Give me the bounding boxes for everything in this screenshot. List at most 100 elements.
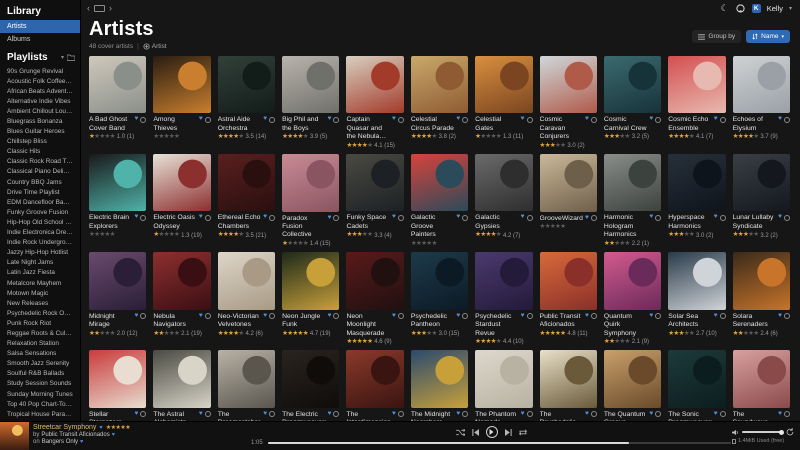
more-options-icon[interactable] <box>140 215 146 221</box>
play-pause-button[interactable] <box>486 426 498 438</box>
artist-art[interactable] <box>89 350 146 407</box>
artist-rating[interactable]: ★★★★★2.0 (12) <box>89 331 146 337</box>
artist-card[interactable]: Cosmic Echo Ensemble ♥ ★★★★★4.1 (7) <box>668 56 725 149</box>
artist-art[interactable] <box>153 56 210 113</box>
artist-card[interactable]: Lunar Lullaby Syndicate ♥ ★★★★★3.2 (2) <box>733 154 790 247</box>
more-options-icon[interactable] <box>333 313 339 319</box>
favorite-heart-icon[interactable]: ♥ <box>649 116 653 123</box>
favorite-heart-icon[interactable]: ♥ <box>392 214 396 221</box>
more-options-icon[interactable] <box>527 215 533 221</box>
theme-moon-icon[interactable]: ☾ <box>720 3 730 13</box>
sidebar-playlist-item[interactable]: Relaxation Station <box>0 339 80 349</box>
artist-name[interactable]: Neon Moonlight Masquerade <box>346 313 390 338</box>
more-options-icon[interactable] <box>140 313 146 319</box>
artist-card[interactable]: Galactic Gypsies ♥ ★★★★★4.2 (7) <box>475 154 532 247</box>
sidebar-playlist-item[interactable]: Indie Rock Underground <box>0 238 80 248</box>
artist-rating[interactable]: ★★★★★3.2 (2) <box>733 232 790 238</box>
artist-art[interactable] <box>89 56 146 113</box>
artist-art[interactable] <box>475 154 532 211</box>
artist-name[interactable]: Cosmic Carnival Crew <box>604 116 648 133</box>
artist-rating[interactable]: ★★★★★ <box>411 241 468 247</box>
favorite-heart-icon[interactable]: ♥ <box>778 313 782 320</box>
favorite-heart-icon[interactable]: ♥ <box>585 116 589 123</box>
artist-art[interactable] <box>346 56 403 113</box>
artist-card[interactable]: Nebula Navigators ♥ ★★★★★2.1 (19) <box>153 252 210 345</box>
artist-card[interactable]: Neo-Victorian Velvetones ♥ ★★★★★4.2 (6) <box>218 252 275 345</box>
artist-name[interactable]: A Bad Ghost Cover Band <box>89 116 133 133</box>
more-options-icon[interactable] <box>269 215 275 221</box>
now-playing-album[interactable]: Bangers Only <box>42 439 78 445</box>
sidebar-playlist-item[interactable]: Bluegrass Bonanza <box>0 116 80 126</box>
more-options-icon[interactable] <box>462 411 468 417</box>
artist-name[interactable]: Midnight Mirage <box>89 313 133 330</box>
artist-art[interactable] <box>282 252 339 309</box>
sidebar-library-item[interactable]: Albums <box>0 33 80 46</box>
refresh-queue-icon[interactable] <box>786 428 794 436</box>
favorite-heart-icon[interactable]: ♥ <box>714 214 718 221</box>
sidebar-playlist-item[interactable]: Acoustic Folk Coffeehouse <box>0 76 80 86</box>
sidebar-library-item[interactable]: Artists <box>0 20 80 33</box>
favorite-heart-icon[interactable]: ♥ <box>392 313 396 320</box>
group-by-button[interactable]: Group by <box>692 30 741 43</box>
artist-card[interactable]: Psychedelic Stardust Revue ♥ ★★★★★4.4 (1… <box>475 252 532 345</box>
artist-name[interactable]: Solar Sea Architects <box>668 313 712 330</box>
artist-art[interactable] <box>475 56 532 113</box>
artist-art[interactable] <box>540 154 597 211</box>
artist-art[interactable] <box>282 350 339 407</box>
artist-art[interactable] <box>346 252 403 309</box>
artist-card[interactable]: A Bad Ghost Cover Band ♥ ★★★★★1.0 (1) <box>89 56 146 149</box>
sidebar-playlist-item[interactable]: Sunday Morning Tunes <box>0 389 80 399</box>
artist-art[interactable] <box>540 56 597 113</box>
favorite-heart-icon[interactable]: ♥ <box>585 215 589 222</box>
favorite-heart-icon[interactable]: ♥ <box>135 313 139 320</box>
favorite-heart-icon[interactable]: ♥ <box>135 116 139 123</box>
artist-card[interactable]: Electric Brain Explorers ♥ ★★★★★ <box>89 154 146 247</box>
more-options-icon[interactable] <box>591 215 597 221</box>
more-options-icon[interactable] <box>398 411 404 417</box>
artist-name[interactable]: Astral Aide Orchestra <box>218 116 262 133</box>
sidebar-playlist-item[interactable]: Smooth Jazz Serenity <box>0 359 80 369</box>
favorite-heart-icon[interactable]: ♥ <box>263 116 267 123</box>
favorite-heart-icon[interactable]: ♥ <box>521 411 525 418</box>
more-options-icon[interactable] <box>205 215 211 221</box>
artist-name[interactable]: Electric Oasis Odyssey <box>153 214 197 231</box>
artist-name[interactable]: Big Phil and the Boys <box>282 116 326 133</box>
artist-rating[interactable]: ★★★★★4.4 (10) <box>475 339 532 345</box>
sidebar-playlist-item[interactable]: Top 40 Pop Chart-Toppers <box>0 399 80 409</box>
sidebar-playlist-item[interactable]: 90s Grunge Revival <box>0 66 80 76</box>
artist-name[interactable]: Psychedelic Pantheon <box>411 313 455 330</box>
new-playlist-icon[interactable] <box>67 54 75 61</box>
artist-rating[interactable]: ★★★★★1.3 (19) <box>153 232 210 238</box>
sidebar-playlist-item[interactable]: EDM Dancefloor Bangers <box>0 197 80 207</box>
more-options-icon[interactable] <box>333 117 339 123</box>
artist-name[interactable]: Cosmic Caravan Conjurers <box>540 116 584 141</box>
artist-rating[interactable]: ★★★★★1.4 (15) <box>282 241 339 247</box>
more-options-icon[interactable] <box>462 117 468 123</box>
more-options-icon[interactable] <box>333 411 339 417</box>
artist-art[interactable] <box>218 350 275 407</box>
album-heart-icon[interactable]: ♥ <box>80 439 83 445</box>
sort-button[interactable]: Name ▾ <box>746 30 790 43</box>
more-options-icon[interactable] <box>591 117 597 123</box>
favorite-heart-icon[interactable]: ♥ <box>392 116 396 123</box>
artist-card[interactable]: Midnight Mirage ♥ ★★★★★2.0 (12) <box>89 252 146 345</box>
more-options-icon[interactable] <box>205 117 211 123</box>
more-options-icon[interactable] <box>140 117 146 123</box>
artist-card[interactable]: Cosmic Carnival Crew ♥ ★★★★★3.2 (5) <box>604 56 661 149</box>
artist-art[interactable] <box>218 252 275 309</box>
artist-card[interactable]: Harmonic Hologram Harmonics ♥ ★★★★★2.2 (… <box>604 154 661 247</box>
artist-name[interactable]: Cosmic Echo Ensemble <box>668 116 712 133</box>
favorite-heart-icon[interactable]: ♥ <box>199 411 203 418</box>
artist-card[interactable]: Astral Aide Orchestra ♥ ★★★★★3.5 (14) <box>218 56 275 149</box>
artist-card[interactable]: Electric Oasis Odyssey ♥ ★★★★★1.3 (19) <box>153 154 210 247</box>
artist-art[interactable] <box>153 350 210 407</box>
artist-card[interactable]: Solar Sea Architects ♥ ★★★★★2.7 (10) <box>668 252 725 345</box>
artist-name[interactable]: GrooveWizards <box>540 215 584 223</box>
artist-art[interactable] <box>153 252 210 309</box>
artist-art[interactable] <box>733 350 790 407</box>
sidebar-playlist-item[interactable]: Ambient Chillout Lounge <box>0 106 80 116</box>
volume-slider[interactable] <box>742 431 783 433</box>
user-menu-chevron-icon[interactable]: ▾ <box>789 5 792 12</box>
more-options-icon[interactable] <box>720 117 726 123</box>
more-options-icon[interactable] <box>205 411 211 417</box>
